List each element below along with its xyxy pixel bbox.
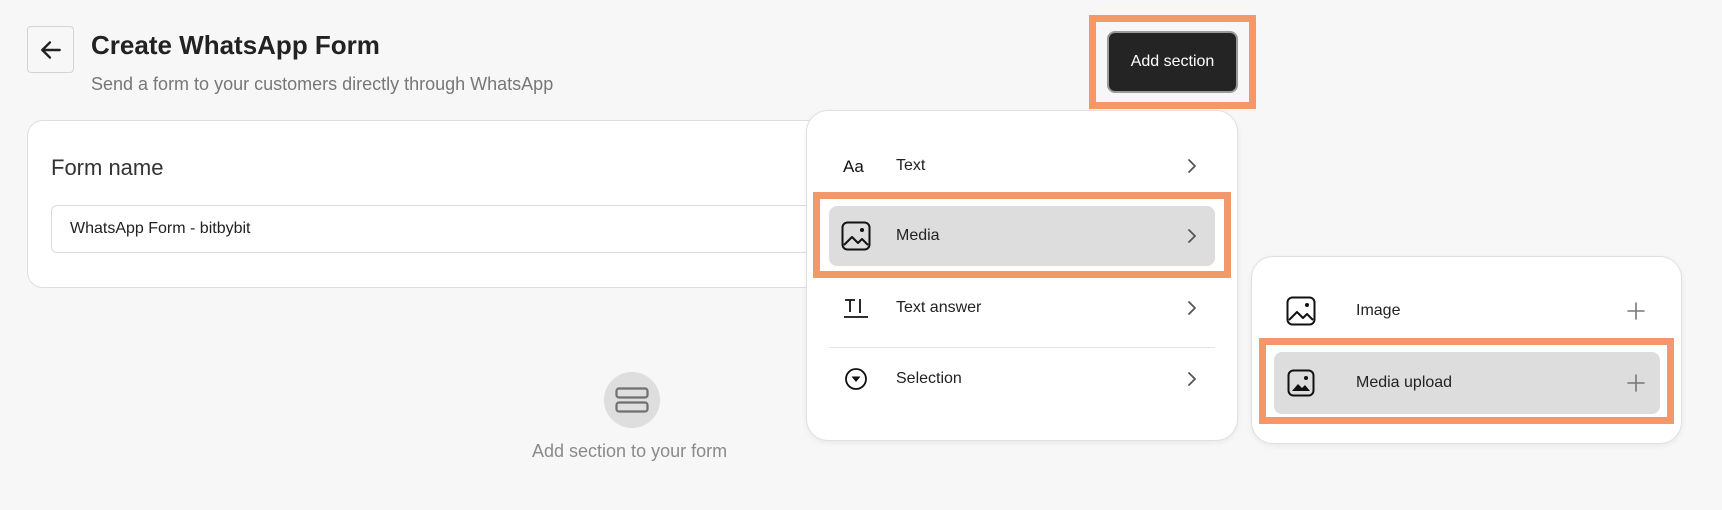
chevron-right-icon	[1185, 298, 1199, 318]
submenu-item-label: Media upload	[1356, 374, 1453, 391]
submenu-item-label: Image	[1356, 302, 1401, 319]
menu-item-selection[interactable]: Selection	[829, 349, 1215, 409]
plus-icon	[1626, 373, 1646, 393]
image-icon	[1284, 294, 1318, 328]
add-section-button[interactable]: Add section	[1107, 31, 1238, 93]
form-name-label: Form name	[51, 155, 164, 180]
submenu-item-image[interactable]: Image	[1274, 280, 1660, 342]
svg-text:Aa: Aa	[843, 157, 864, 175]
image-icon	[839, 219, 873, 253]
text-format-icon: Aa	[839, 149, 873, 183]
arrow-left-icon	[40, 40, 61, 59]
empty-state-text: Add section to your form	[532, 441, 728, 461]
menu-item-label: Text	[896, 157, 926, 174]
chevron-right-icon	[1185, 156, 1199, 176]
submenu-item-media-upload[interactable]: Media upload	[1274, 352, 1660, 414]
menu-item-text[interactable]: Aa Text	[829, 136, 1215, 196]
menu-item-text-answer[interactable]: Text answer	[829, 278, 1215, 338]
menu-item-label: Media	[896, 227, 940, 244]
form-name-input[interactable]	[51, 205, 851, 253]
form-card: Form name	[27, 120, 851, 288]
media-submenu: Image Media upload	[1251, 256, 1682, 444]
image-filled-icon	[1284, 366, 1318, 400]
back-button[interactable]	[27, 26, 74, 73]
page-title: Create WhatsApp Form	[91, 30, 380, 60]
sections-icon	[604, 372, 660, 428]
menu-item-label: Selection	[896, 370, 962, 387]
menu-item-media[interactable]: Media	[829, 206, 1215, 266]
menu-divider	[829, 347, 1215, 348]
menu-item-label: Text answer	[896, 299, 982, 316]
text-input-icon	[839, 291, 873, 325]
chevron-right-icon	[1185, 369, 1199, 389]
section-type-menu: Aa Text Media Text answer Selection	[806, 110, 1238, 441]
page-subtitle: Send a form to your customers directly t…	[91, 74, 554, 94]
plus-icon	[1626, 301, 1646, 321]
chevron-right-icon	[1185, 226, 1199, 246]
dropdown-circle-icon	[839, 362, 873, 396]
